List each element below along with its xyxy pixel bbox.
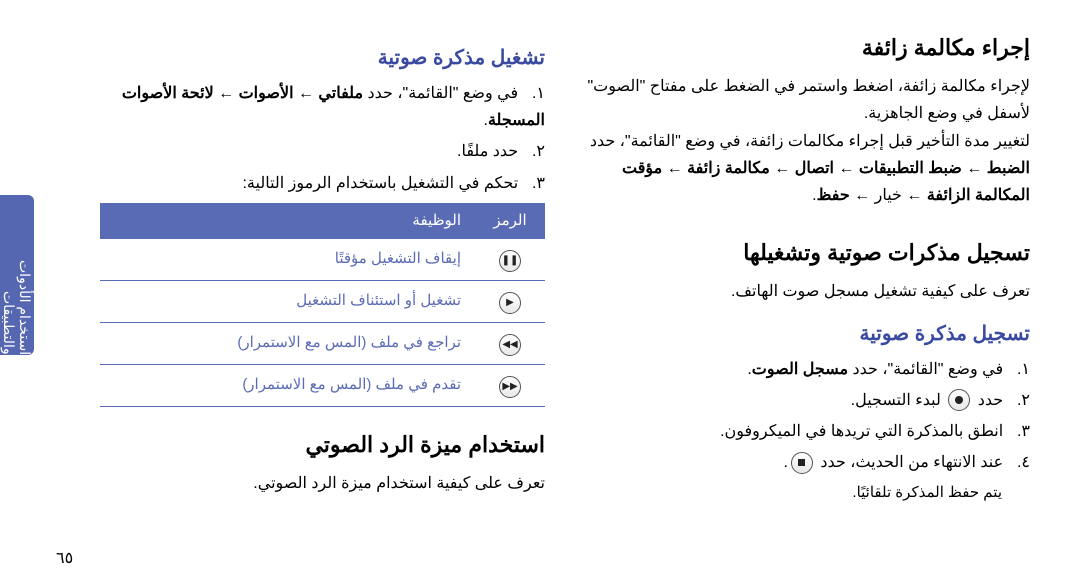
cell-function: تراجع في ملف (المس مع الاستمرار) bbox=[100, 322, 475, 364]
list-item: ٤. عند الانتهاء من الحديث، حدد . bbox=[585, 449, 1030, 476]
list-item: ١. في وضع "القائمة"، حدد مسجل الصوت. bbox=[585, 356, 1030, 383]
text-bold: مسجل الصوت bbox=[752, 361, 848, 378]
cell-function: تشغيل أو استئناف التشغيل bbox=[100, 280, 475, 322]
sidebar-tab: استخدام الأدوات والتطبيقات bbox=[0, 195, 34, 355]
text: عند الانتهاء من الحديث، حدد bbox=[816, 454, 1003, 471]
list-item: ٢. حدد ملفًا. bbox=[100, 138, 545, 165]
playback-icons-table: الرمز الوظيفة ❚❚ إيقاف التشغيل مؤقتًا ▶ … bbox=[100, 203, 545, 407]
record-note: يتم حفظ المذكرة تلقائيًا. bbox=[585, 480, 1030, 506]
forward-icon: ▶▶ bbox=[499, 376, 521, 398]
heading-play-memo: تشغيل مذكرة صوتية bbox=[100, 42, 545, 74]
text: انطق بالمذكرة التي تريدها في الميكروفون. bbox=[720, 423, 1003, 440]
right-column: إجراء مكالمة زائفة لإجراء مكالمة زائفة، … bbox=[585, 30, 1030, 566]
voice-memos-intro: تعرف على كيفية تشغيل مسجل صوت الهاتف. bbox=[585, 278, 1030, 305]
left-column: تشغيل مذكرة صوتية ١. في وضع "القائمة"، ح… bbox=[100, 30, 545, 566]
step-number: ٤. bbox=[1008, 449, 1030, 476]
step-number: ٣. bbox=[1008, 418, 1030, 445]
cell-function: تقدم في ملف (المس مع الاستمرار) bbox=[100, 364, 475, 406]
text: في وضع "القائمة"، حدد bbox=[848, 361, 1003, 378]
th-function: الوظيفة bbox=[100, 203, 475, 239]
play-icon: ▶ bbox=[499, 292, 521, 314]
fake-call-para1: لإجراء مكالمة زائفة، اضغط واستمر في الضغ… bbox=[585, 73, 1030, 127]
table-row: ◀◀ تراجع في ملف (المس مع الاستمرار) bbox=[100, 322, 545, 364]
text: تحكم في التشغيل باستخدام الرموز التالية: bbox=[242, 175, 518, 192]
list-item: ١. في وضع "القائمة"، حدد ملفاتي ← الأصوا… bbox=[100, 80, 545, 134]
th-icon: الرمز bbox=[475, 203, 545, 239]
voicemail-intro: تعرف على كيفية استخدام ميزة الرد الصوتي. bbox=[100, 470, 545, 497]
table-row: ❚❚ إيقاف التشغيل مؤقتًا bbox=[100, 239, 545, 281]
text: لتغيير مدة التأخير قبل إجراء مكالمات زائ… bbox=[590, 133, 1030, 150]
heading-voice-memos: تسجيل مذكرات صوتية وتشغيلها bbox=[585, 235, 1030, 270]
step-number: ١. bbox=[523, 80, 545, 107]
text: حدد bbox=[973, 392, 1003, 409]
stop-icon bbox=[791, 452, 813, 474]
text-bold: حفظ bbox=[817, 187, 850, 204]
page-number: ٦٥ bbox=[56, 548, 73, 568]
step-number: ٣. bbox=[523, 170, 545, 197]
step-number: ١. bbox=[1008, 356, 1030, 383]
list-item: ٣. انطق بالمذكرة التي تريدها في الميكروف… bbox=[585, 418, 1030, 445]
table-row: ▶ تشغيل أو استئناف التشغيل bbox=[100, 280, 545, 322]
step-number: ٢. bbox=[523, 138, 545, 165]
record-steps: ١. في وضع "القائمة"، حدد مسجل الصوت. ٢. … bbox=[585, 356, 1030, 477]
pause-icon: ❚❚ bbox=[499, 250, 521, 272]
cell-function: إيقاف التشغيل مؤقتًا bbox=[100, 239, 475, 281]
heading-record-memo: تسجيل مذكرة صوتية bbox=[585, 318, 1030, 350]
play-steps: ١. في وضع "القائمة"، حدد ملفاتي ← الأصوا… bbox=[100, 80, 545, 197]
heading-voicemail: استخدام ميزة الرد الصوتي bbox=[100, 427, 545, 462]
list-item: ٣. تحكم في التشغيل باستخدام الرموز التال… bbox=[100, 170, 545, 197]
heading-fake-call: إجراء مكالمة زائفة bbox=[585, 30, 1030, 65]
table-row: ▶▶ تقدم في ملف (المس مع الاستمرار) bbox=[100, 364, 545, 406]
text: خيار ← bbox=[850, 187, 902, 204]
text: لبدء التسجيل. bbox=[851, 392, 941, 409]
fake-call-para2: لتغيير مدة التأخير قبل إجراء مكالمات زائ… bbox=[585, 128, 1030, 210]
text: حدد ملفًا. bbox=[457, 143, 518, 160]
rewind-icon: ◀◀ bbox=[499, 334, 521, 356]
list-item: ٢. حدد لبدء التسجيل. bbox=[585, 387, 1030, 414]
record-icon bbox=[948, 389, 970, 411]
step-number: ٢. bbox=[1008, 387, 1030, 414]
text: في وضع "القائمة"، حدد bbox=[363, 85, 518, 102]
